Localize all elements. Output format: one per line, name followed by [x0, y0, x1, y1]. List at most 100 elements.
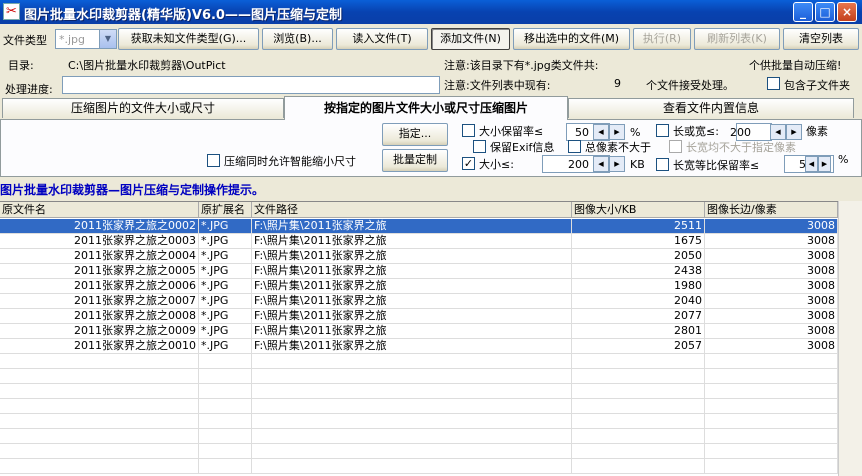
- empty-cell: [572, 399, 705, 414]
- empty-cell: [252, 429, 572, 444]
- wh-ratio-up-icon[interactable]: ▶: [818, 156, 831, 172]
- batch-customize-button[interactable]: 批量定制: [382, 149, 448, 172]
- table-row[interactable]: 2011张家界之旅之0004 *.JPG F:\照片集\2011张家界之旅 2050 3…: [0, 249, 838, 264]
- total-pixels-checkbox[interactable]: [568, 140, 581, 153]
- operation-hint: 图片批量水印裁剪器—图片压缩与定制操作提示。: [0, 183, 265, 197]
- table-row[interactable]: 2011张家界之旅之0006 *.JPG F:\照片集\2011张家界之旅 1980 3…: [0, 279, 838, 294]
- execute-button[interactable]: 执行(R): [633, 28, 691, 50]
- browse-button[interactable]: 浏览(B)...: [262, 28, 333, 50]
- file-type-select[interactable]: *.jpg ▼: [55, 29, 117, 49]
- table-row[interactable]: 2011张家界之旅之0008 *.JPG F:\照片集\2011张家界之旅 2077 3…: [0, 309, 838, 324]
- keep-ratio-value: 50: [575, 126, 589, 139]
- tab-compress-size[interactable]: 压缩图片的文件大小或尺寸: [2, 98, 284, 118]
- cell-extension: *.JPG: [199, 324, 252, 339]
- size-limit-checkbox[interactable]: ✓: [462, 157, 475, 170]
- empty-cell: [0, 384, 199, 399]
- size-limit-down-icon[interactable]: ◀: [593, 156, 609, 172]
- column-header-long-edge[interactable]: 图像长边/像素: [705, 202, 838, 218]
- refresh-list-button[interactable]: 刷新列表(K): [694, 28, 780, 50]
- empty-cell: [572, 459, 705, 474]
- cell-size: 1980: [572, 279, 705, 294]
- cell-filename: 2011张家界之旅之0004: [0, 249, 199, 264]
- include-subfolders-checkbox[interactable]: [767, 77, 780, 90]
- table-row[interactable]: 2011张家界之旅之0009 *.JPG F:\照片集\2011张家界之旅 2801 3…: [0, 324, 838, 339]
- progress-label: 处理进度:: [5, 83, 53, 96]
- empty-row: [0, 354, 838, 369]
- include-subfolders-label: 包含子文件夹: [784, 79, 850, 92]
- title-bar: ✂ 图片批量水印裁剪器(精华版)V6.0——图片压缩与定制 _ □ ×: [0, 0, 862, 24]
- empty-cell: [252, 354, 572, 369]
- wh-ratio-checkbox[interactable]: [656, 158, 669, 171]
- keep-ratio-up-icon[interactable]: ▶: [609, 124, 625, 140]
- directory-label: 目录:: [8, 59, 34, 72]
- cell-filename: 2011张家界之旅之0007: [0, 294, 199, 309]
- empty-cell: [0, 444, 199, 459]
- list-file-count: 9: [614, 77, 621, 90]
- note-list-suffix: 个文件接受处理。: [646, 79, 734, 92]
- empty-cell: [0, 429, 199, 444]
- empty-cell: [199, 414, 252, 429]
- empty-cell: [199, 444, 252, 459]
- specify-button[interactable]: 指定...: [382, 123, 448, 146]
- add-file-button[interactable]: 添加文件(N): [431, 28, 510, 50]
- size-limit-up-icon[interactable]: ▶: [609, 156, 625, 172]
- long-or-wide-checkbox[interactable]: [656, 124, 669, 137]
- empty-cell: [705, 369, 838, 384]
- cell-filename: 2011张家界之旅之0003: [0, 234, 199, 249]
- column-header-extension[interactable]: 原扩展名: [199, 202, 252, 218]
- keep-ratio-checkbox[interactable]: [462, 124, 475, 137]
- maximize-button[interactable]: □: [815, 2, 835, 22]
- tab-compress-specified[interactable]: 按指定的图片文件大小或尺寸压缩图片: [284, 96, 568, 120]
- empty-cell: [0, 369, 199, 384]
- column-header-size[interactable]: 图像大小/KB: [572, 202, 705, 218]
- wh-ratio-down-icon[interactable]: ◀: [805, 156, 818, 172]
- keep-ratio-down-icon[interactable]: ◀: [593, 124, 609, 140]
- column-header-path[interactable]: 文件路径: [252, 202, 572, 218]
- cell-long-edge: 3008: [705, 249, 838, 264]
- get-unknown-types-button[interactable]: 获取未知文件类型(G)...: [118, 28, 259, 50]
- table-row[interactable]: 2011张家界之旅之0010 *.JPG F:\照片集\2011张家界之旅 2057 3…: [0, 339, 838, 354]
- remove-selected-button[interactable]: 移出选中的文件(M): [513, 28, 630, 50]
- allow-shrink-checkbox[interactable]: [207, 154, 220, 167]
- empty-cell: [252, 369, 572, 384]
- directory-value: C:\图片批量水印裁剪器\OutPict: [68, 59, 226, 72]
- read-files-button[interactable]: 读入文件(T): [336, 28, 428, 50]
- cell-long-edge: 3008: [705, 264, 838, 279]
- cell-path: F:\照片集\2011张家界之旅: [252, 339, 572, 354]
- cell-path: F:\照片集\2011张家界之旅: [252, 279, 572, 294]
- minimize-button[interactable]: _: [793, 2, 813, 22]
- close-button[interactable]: ×: [837, 2, 857, 22]
- long-or-wide-label: 长或宽≤:: [673, 125, 719, 138]
- empty-cell: [572, 444, 705, 459]
- cell-extension: *.JPG: [199, 264, 252, 279]
- empty-cell: [705, 429, 838, 444]
- empty-cell: [252, 414, 572, 429]
- vertical-scrollbar[interactable]: [838, 201, 862, 476]
- file-list-table[interactable]: 原文件名 原扩展名 文件路径 图像大小/KB 图像长边/像素 2011张家界之旅…: [0, 201, 838, 476]
- clear-list-button[interactable]: 清空列表: [783, 28, 859, 50]
- long-or-wide-down-icon[interactable]: ◀: [770, 124, 786, 140]
- cell-path: F:\照片集\2011张家界之旅: [252, 234, 572, 249]
- empty-cell: [0, 399, 199, 414]
- empty-cell: [199, 459, 252, 474]
- column-header-filename[interactable]: 原文件名: [0, 202, 199, 218]
- empty-cell: [572, 369, 705, 384]
- wh-not-exceed-checkbox[interactable]: [669, 140, 682, 153]
- tab-view-file-info[interactable]: 查看文件内置信息: [568, 98, 854, 118]
- cell-extension: *.JPG: [199, 249, 252, 264]
- table-row[interactable]: 2011张家界之旅之0003 *.JPG F:\照片集\2011张家界之旅 1675 3…: [0, 234, 838, 249]
- empty-cell: [252, 444, 572, 459]
- cell-size: 2040: [572, 294, 705, 309]
- cell-path: F:\照片集\2011张家界之旅: [252, 309, 572, 324]
- window-title: 图片批量水印裁剪器(精华版)V6.0——图片压缩与定制: [24, 8, 342, 23]
- chevron-down-icon[interactable]: ▼: [99, 30, 116, 48]
- empty-row: [0, 444, 838, 459]
- cell-long-edge: 3008: [705, 339, 838, 354]
- keep-exif-checkbox[interactable]: [473, 140, 486, 153]
- wh-not-exceed-label: 长宽均不大于指定像素: [686, 141, 796, 154]
- table-row[interactable]: 2011张家界之旅之0005 *.JPG F:\照片集\2011张家界之旅 2438 3…: [0, 264, 838, 279]
- empty-cell: [0, 414, 199, 429]
- table-row[interactable]: 2011张家界之旅之0007 *.JPG F:\照片集\2011张家界之旅 2040 3…: [0, 294, 838, 309]
- long-or-wide-up-icon[interactable]: ▶: [786, 124, 802, 140]
- table-row[interactable]: 2011张家界之旅之0002 *.JPG F:\照片集\2011张家界之旅 2511 3…: [0, 219, 838, 234]
